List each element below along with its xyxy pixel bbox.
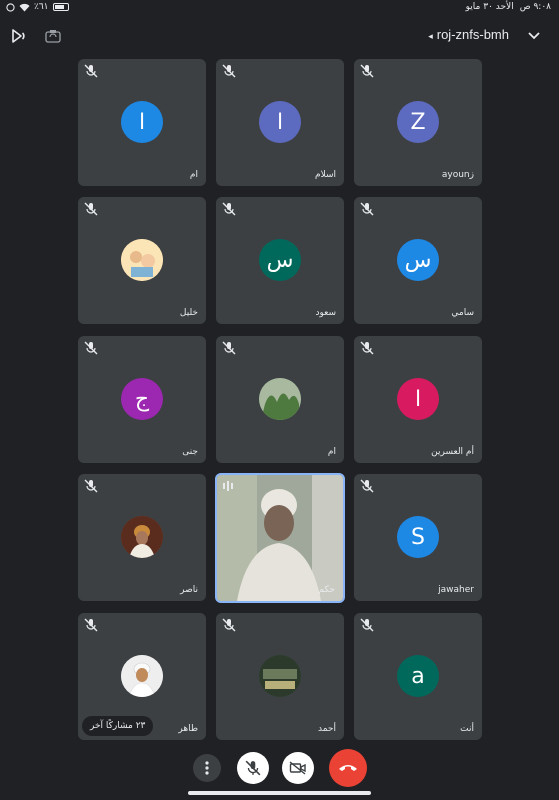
call-end-icon	[339, 765, 357, 771]
participant-tile[interactable]: س سعود	[216, 197, 344, 324]
status-left: ٦١٪	[6, 2, 69, 12]
avatar-initial: ا	[414, 386, 422, 412]
microphone-toggle-button[interactable]	[237, 752, 269, 784]
participant-name: جنى	[182, 447, 198, 457]
participant-name: ام	[189, 170, 198, 180]
avatar-initial: ا	[276, 109, 284, 135]
mic-off-icon	[360, 64, 374, 78]
avatar-initial: S	[411, 524, 425, 550]
audio-output-icon[interactable]	[8, 26, 28, 46]
avatar: S	[397, 516, 439, 558]
avatar: ج	[121, 378, 163, 420]
avatar-initial: س	[266, 247, 294, 273]
avatar-photo	[121, 239, 163, 281]
avatar-initial: ج	[134, 386, 150, 412]
participant-name: زayoun	[441, 170, 474, 180]
mic-off-icon	[245, 760, 261, 776]
participant-tile[interactable]: ا أم العسرين	[354, 336, 482, 463]
avatar-initial: Z	[410, 109, 426, 135]
participant-tile[interactable]: ناصر	[78, 474, 206, 601]
wifi-icon	[19, 3, 30, 11]
mic-off-icon	[84, 479, 98, 493]
video-feed	[217, 475, 343, 601]
meeting-code-text: roj-znfs-bmh	[436, 27, 509, 42]
status-right: ٩:٠٨ ص الأحد ٣٠ مايو	[466, 2, 551, 12]
avatar: ا	[259, 101, 301, 143]
participant-tile[interactable]: ام	[216, 336, 344, 463]
participant-name: سامي	[451, 308, 474, 318]
chevron-left-icon: ◂	[428, 31, 433, 41]
mic-off-icon	[84, 202, 98, 216]
participant-tile[interactable]: ا ام	[78, 59, 206, 186]
avatar-photo	[121, 516, 163, 558]
participant-name: أنت	[460, 724, 474, 734]
participant-name: ناصر	[180, 585, 198, 595]
participant-name: سعود	[315, 308, 336, 318]
avatar-initial: س	[404, 247, 432, 273]
battery-level: ٦١٪	[34, 2, 49, 12]
participant-name: طاهر	[178, 724, 198, 734]
leave-call-button[interactable]	[329, 749, 367, 787]
mic-off-icon	[84, 64, 98, 78]
more-vert-icon	[205, 761, 209, 775]
home-indicator[interactable]	[188, 791, 371, 795]
avatar: س	[259, 239, 301, 281]
participant-name: خليل	[179, 308, 198, 318]
mic-off-icon	[360, 479, 374, 493]
more-participants-pill[interactable]: ٢٣ مشاركًا آخر	[82, 716, 154, 736]
meeting-code[interactable]: ◂ roj-znfs-bmh	[428, 27, 509, 42]
mic-off-icon	[360, 618, 374, 632]
more-options-button[interactable]	[193, 754, 221, 782]
speaking-indicator-icon	[223, 481, 233, 491]
avatar: Z	[397, 101, 439, 143]
avatar-photo	[259, 378, 301, 420]
battery-icon	[52, 3, 69, 11]
participant-tile[interactable]: طاهر ٢٣ مشاركًا آخر	[78, 613, 206, 740]
avatar: س	[397, 239, 439, 281]
participant-video-tile-active-speaker[interactable]: حكم	[215, 473, 345, 603]
avatar-photo	[121, 655, 163, 697]
mic-off-icon	[222, 341, 236, 355]
meeting-top-bar: ◂ roj-znfs-bmh	[0, 22, 559, 50]
participant-tile[interactable]: Z زayoun	[354, 59, 482, 186]
videocam-off-icon	[289, 761, 306, 775]
status-time: ٩:٠٨ ص	[519, 2, 551, 12]
participant-tile[interactable]: S jawaher	[354, 474, 482, 601]
camera-toggle-button[interactable]	[282, 752, 314, 784]
chevron-down-icon[interactable]	[524, 26, 544, 46]
participant-tile[interactable]: ج جنى	[78, 336, 206, 463]
participant-name: أم العسرين	[431, 447, 474, 457]
participant-tile-self[interactable]: a أنت	[354, 613, 482, 740]
participant-name: اسلام	[315, 170, 336, 180]
participant-tile[interactable]: ا اسلام	[216, 59, 344, 186]
participant-name: ام	[327, 447, 336, 457]
status-bar: ٦١٪ ٩:٠٨ ص الأحد ٣٠ مايو	[0, 0, 559, 16]
mic-off-icon	[84, 341, 98, 355]
avatar-initial: a	[411, 663, 425, 689]
participant-tile[interactable]: س سامي	[354, 197, 482, 324]
mic-off-icon	[222, 64, 236, 78]
avatar-photo	[259, 655, 301, 697]
avatar: a	[397, 655, 439, 697]
status-date: الأحد ٣٠ مايو	[465, 2, 514, 12]
participant-tile[interactable]: خليل	[78, 197, 206, 324]
mic-off-icon	[360, 202, 374, 216]
mic-off-icon	[222, 618, 236, 632]
participant-name: أحمد	[318, 724, 336, 734]
avatar: ا	[397, 378, 439, 420]
mic-off-icon	[222, 202, 236, 216]
participant-name: jawaher	[438, 585, 474, 595]
alarm-icon	[6, 2, 15, 12]
participant-name: حكم	[318, 585, 335, 595]
avatar: ا	[121, 101, 163, 143]
avatar-initial: ا	[138, 109, 146, 135]
participant-tile[interactable]: أحمد	[216, 613, 344, 740]
mic-off-icon	[360, 341, 374, 355]
switch-camera-icon[interactable]	[43, 26, 63, 46]
mic-off-icon	[84, 618, 98, 632]
